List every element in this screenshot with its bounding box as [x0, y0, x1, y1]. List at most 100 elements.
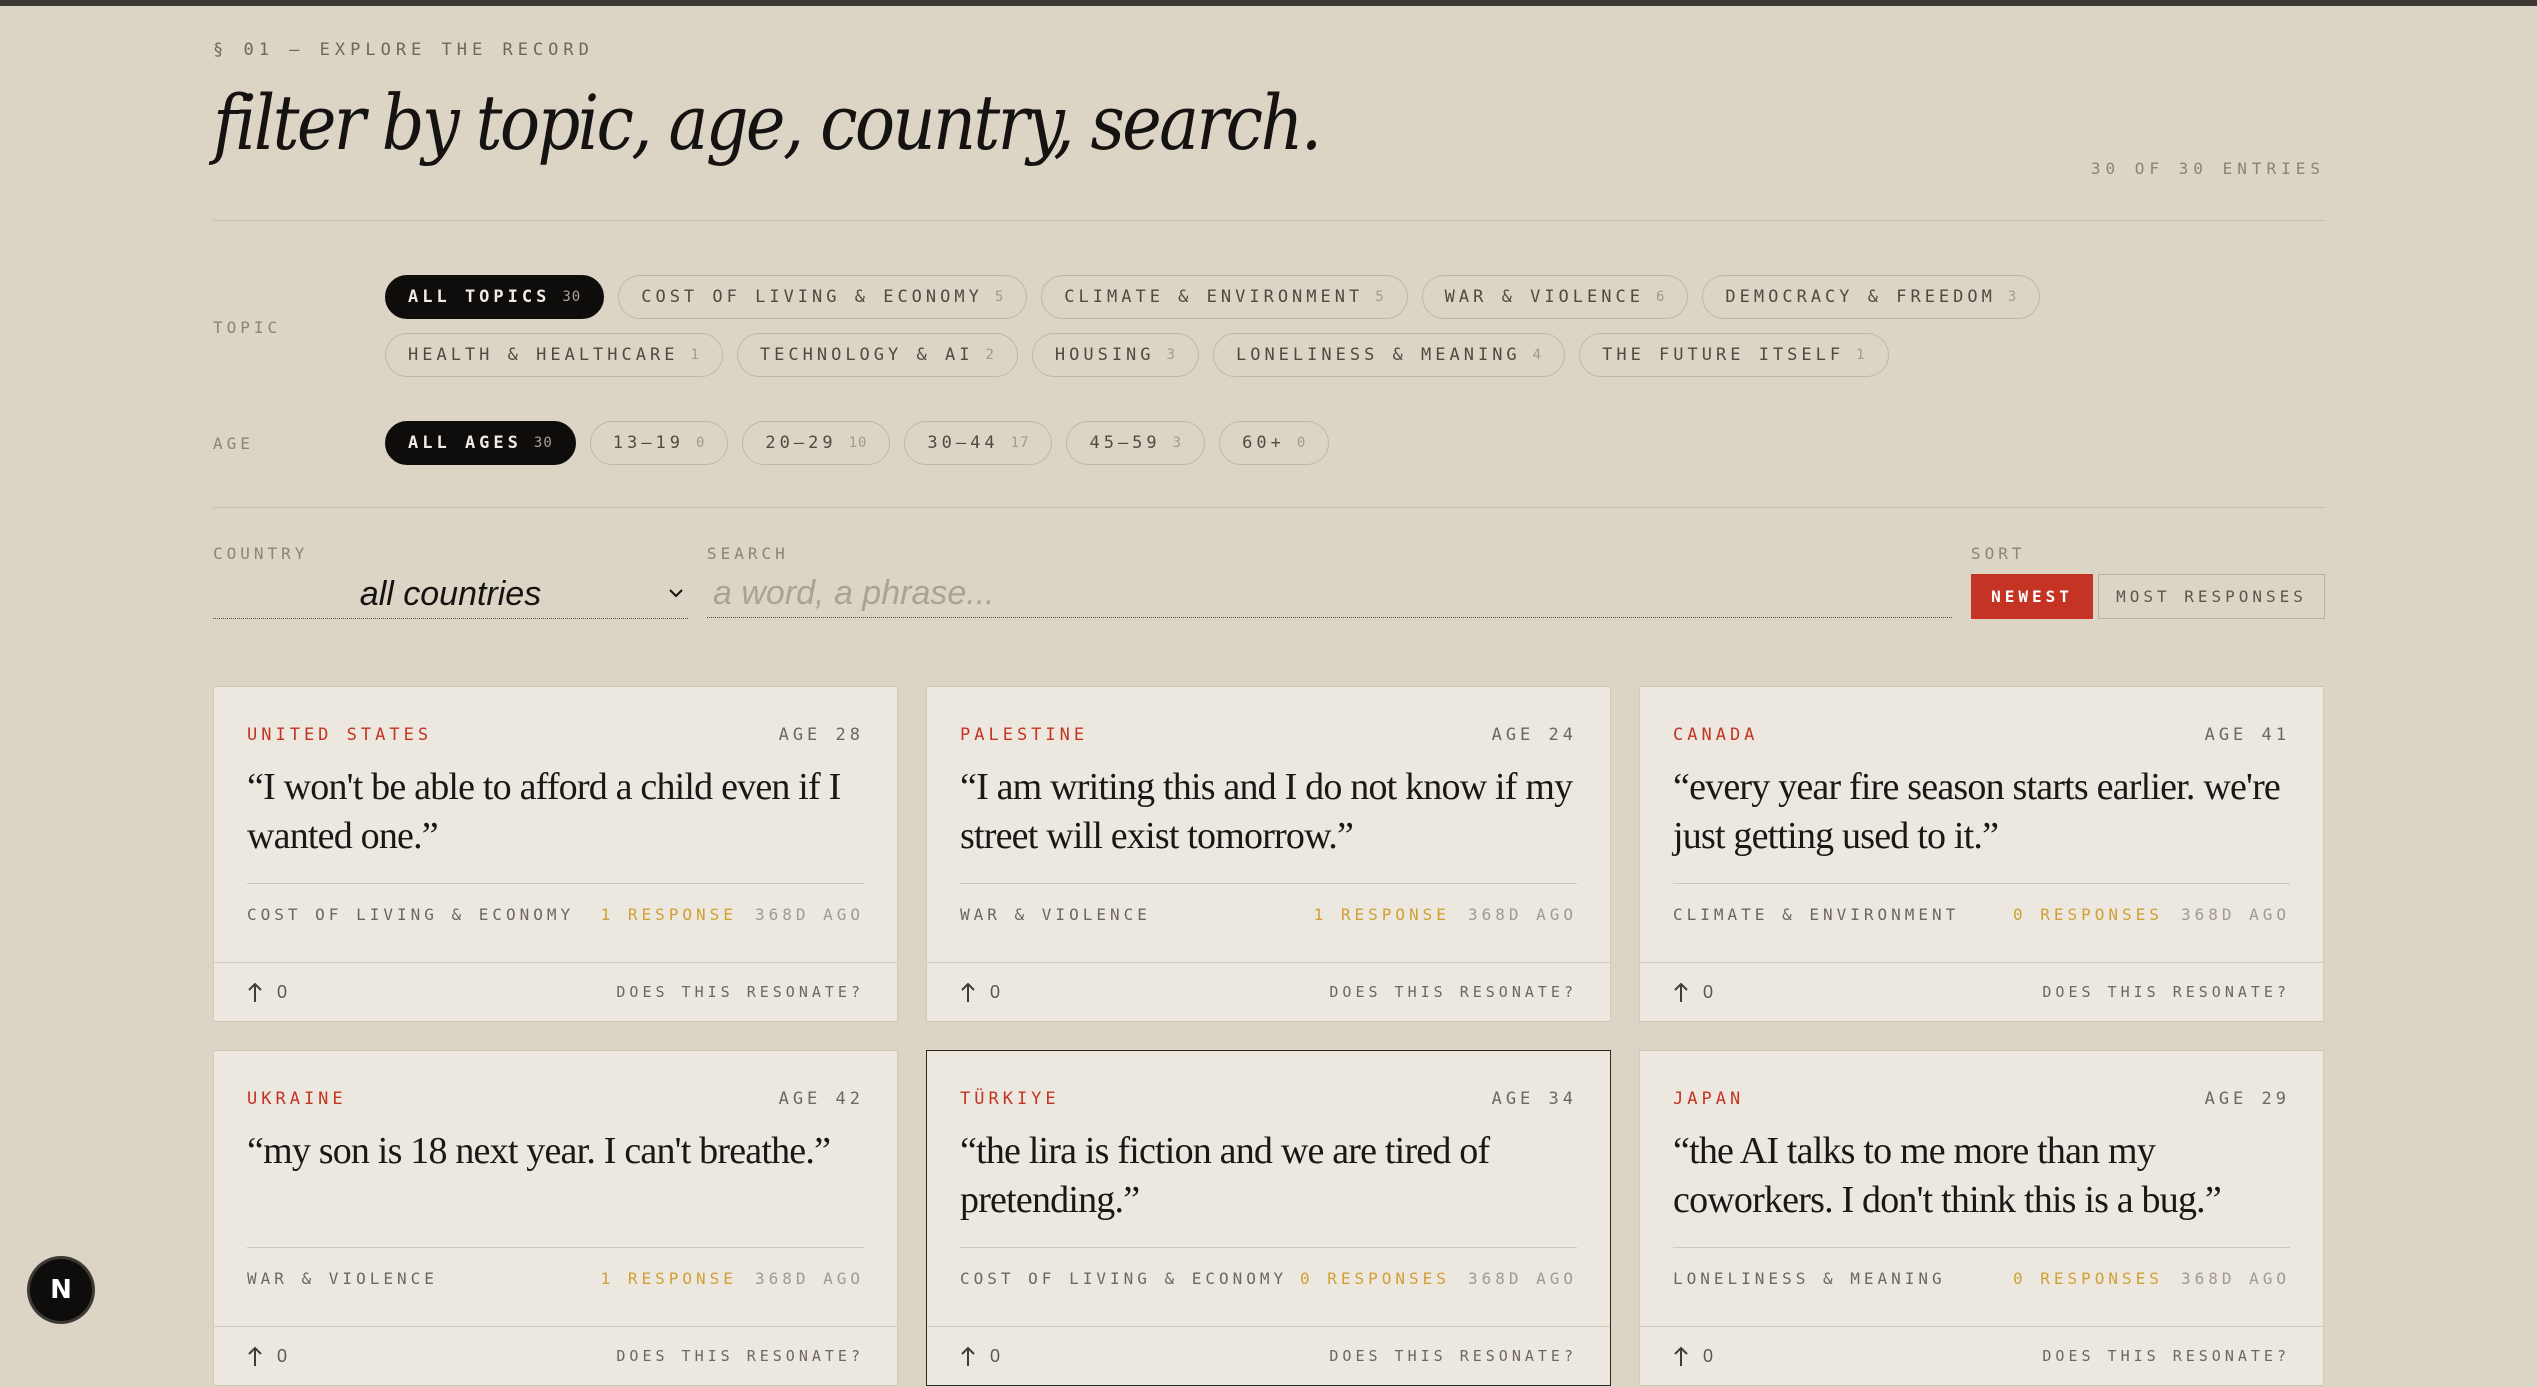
topic-chip-0[interactable]: ALL TOPICS 30 [385, 275, 605, 319]
entry-responses[interactable]: 0 RESPONSES [1300, 1269, 1450, 1288]
topic-chip-7[interactable]: HOUSING 3 [1031, 333, 1199, 377]
topic-chip-count: 5 [1375, 289, 1385, 305]
topic-chip-9[interactable]: THE FUTURE ITSELF 1 [1579, 333, 1889, 377]
upvote-count: 0 [277, 1345, 288, 1366]
topic-chip-count: 1 [690, 347, 700, 363]
entry-responses[interactable]: 0 RESPONSES [2013, 1269, 2163, 1288]
entry-meta: LONELINESS & MEANING 0 RESPONSES 368D AGO [1673, 1269, 2290, 1288]
entries-count: 30 OF 30 ENTRIES [2090, 159, 2325, 178]
topic-chip-label: ALL TOPICS [408, 287, 551, 307]
topic-chip-count: 3 [2007, 289, 2018, 305]
entry-country: TÜRKIYE [960, 1089, 1060, 1109]
topic-chip-1[interactable]: COST OF LIVING & ECONOMY 5 [618, 275, 1028, 319]
sort-newest-button[interactable]: NEWEST [1971, 574, 2093, 619]
sort-label: SORT [1971, 544, 2026, 563]
sort-most-responses-button[interactable]: MOST RESPONSES [2098, 574, 2325, 619]
section-eyebrow: § 01 — EXPLORE THE RECORD [213, 40, 594, 60]
entry-age: AGE 41 [2204, 725, 2290, 745]
topic-chip-count: 5 [994, 289, 1005, 305]
topic-chip-5[interactable]: HEALTH & HEALTHCARE 1 [385, 333, 723, 377]
entry-responses[interactable]: 0 RESPONSES [2013, 905, 2163, 924]
entry-card[interactable]: UNITED STATES AGE 28 “I won't be able to a… [213, 686, 898, 1022]
country-select[interactable]: all countries [213, 570, 688, 619]
upvote-button[interactable]: 0 [960, 1345, 1000, 1367]
entry-responses[interactable]: 1 RESPONSE [601, 1269, 737, 1288]
entry-age: AGE 34 [1491, 1089, 1577, 1109]
entry-topic[interactable]: COST OF LIVING & ECONOMY [247, 905, 601, 924]
entry-quote: “the AI talks to me more than my coworke… [1673, 1130, 2222, 1221]
topic-chip-label: HOUSING [1054, 345, 1155, 365]
resonate-button[interactable]: DOES THIS RESONATE? [1329, 983, 1577, 1001]
entry-topic[interactable]: COST OF LIVING & ECONOMY [960, 1269, 1300, 1288]
age-chip-5[interactable]: 60+ 0 [1219, 421, 1330, 465]
entry-topic[interactable]: WAR & VIOLENCE [960, 905, 1314, 924]
age-label: AGE [213, 434, 254, 453]
resonate-button[interactable]: DOES THIS RESONATE? [616, 983, 864, 1001]
age-chip-1[interactable]: 13–19 0 [589, 421, 729, 465]
topic-chip-group: ALL TOPICS 30 COST OF LIVING & ECONOMY 5 CLI… [385, 275, 2325, 377]
upvote-button[interactable]: 0 [247, 1345, 287, 1367]
entry-quote: “the lira is fiction and we are tired of… [960, 1130, 1490, 1221]
entry-age: AGE 24 [1491, 725, 1577, 745]
entry-divider [1673, 883, 2290, 884]
search-input[interactable] [707, 570, 1952, 618]
topic-chip-label: TECHNOLOGY & AI [759, 345, 974, 365]
topic-chip-4[interactable]: DEMOCRACY & FREEDOM 3 [1702, 275, 2041, 319]
age-chip-label: ALL AGES [408, 433, 522, 453]
entry-quote: “every year fire season starts earlier. … [1673, 766, 2281, 857]
upvote-button[interactable]: 0 [1673, 981, 1713, 1003]
entry-topic[interactable]: WAR & VIOLENCE [247, 1269, 601, 1288]
entry-timestamp: 368D AGO [1467, 1269, 1577, 1288]
entry-divider [1673, 1247, 2290, 1248]
age-chip-4[interactable]: 45–59 3 [1066, 421, 1206, 465]
upvote-button[interactable]: 0 [960, 981, 1000, 1003]
entry-responses[interactable]: 1 RESPONSE [601, 905, 737, 924]
entry-footer: 0 DOES THIS RESONATE? [927, 1326, 1610, 1387]
arrow-up-icon [248, 1346, 262, 1366]
entry-age: AGE 42 [778, 1089, 864, 1109]
entry-country: UNITED STATES [247, 725, 433, 745]
filters-divider [213, 507, 2325, 508]
upvote-button[interactable]: 0 [1673, 1345, 1713, 1367]
age-chip-count: 10 [848, 435, 868, 451]
entry-footer: 0 DOES THIS RESONATE? [1640, 962, 2323, 1023]
upvote-count: 0 [1703, 981, 1714, 1002]
entry-age: AGE 28 [778, 725, 864, 745]
topic-chip-2[interactable]: CLIMATE & ENVIRONMENT 5 [1041, 275, 1408, 319]
topic-chip-label: COST OF LIVING & ECONOMY [641, 287, 983, 307]
upvote-button[interactable]: 0 [247, 981, 287, 1003]
entry-card[interactable]: CANADA AGE 41 “every year fire season star… [1639, 686, 2324, 1022]
age-chip-count: 0 [1296, 435, 1307, 451]
app-badge[interactable]: N [30, 1259, 92, 1321]
entry-timestamp: 368D AGO [754, 1269, 864, 1288]
resonate-button[interactable]: DOES THIS RESONATE? [2042, 983, 2290, 1001]
topic-chip-3[interactable]: WAR & VIOLENCE 6 [1421, 275, 1689, 319]
entry-footer: 0 DOES THIS RESONATE? [214, 1326, 897, 1387]
upvote-count: 0 [990, 981, 1001, 1002]
topic-chip-8[interactable]: LONELINESS & MEANING 4 [1212, 333, 1566, 377]
entry-card[interactable]: JAPAN AGE 29 “the AI talks to me more than… [1639, 1050, 2324, 1386]
entry-quote: “I won't be able to afford a child even … [247, 766, 841, 857]
entry-card[interactable]: TÜRKIYE AGE 34 “the lira is fiction and we… [926, 1050, 1611, 1386]
entry-card[interactable]: UKRAINE AGE 42 “my son is 18 next year. I … [213, 1050, 898, 1386]
age-chip-2[interactable]: 20–29 10 [742, 421, 891, 465]
topic-label: TOPIC [213, 318, 282, 337]
arrow-up-icon [961, 1346, 975, 1366]
search-label: SEARCH [707, 544, 789, 563]
topic-chip-6[interactable]: TECHNOLOGY & AI 2 [736, 333, 1018, 377]
country-select-value: all countries [359, 574, 542, 613]
entry-meta: WAR & VIOLENCE 1 RESPONSE 368D AGO [960, 905, 1577, 924]
age-chip-count: 0 [695, 435, 706, 451]
age-chip-group: ALL AGES 30 13–19 0 20–29 10 30–44 17 45–59 3 60+ 0 [385, 421, 2325, 465]
entry-card[interactable]: PALESTINE AGE 24 “I am writing this and I … [926, 686, 1611, 1022]
entry-meta: WAR & VIOLENCE 1 RESPONSE 368D AGO [247, 1269, 864, 1288]
entry-responses[interactable]: 1 RESPONSE [1314, 905, 1450, 924]
entry-topic[interactable]: LONELINESS & MEANING [1673, 1269, 2013, 1288]
entry-footer: 0 DOES THIS RESONATE? [927, 962, 1610, 1023]
topic-chip-count: 1 [1856, 347, 1866, 363]
age-chip-3[interactable]: 30–44 17 [904, 421, 1053, 465]
entry-divider [247, 1247, 864, 1248]
age-chip-label: 30–44 [927, 433, 999, 453]
age-chip-0[interactable]: ALL AGES 30 [385, 421, 576, 465]
entry-topic[interactable]: CLIMATE & ENVIRONMENT [1673, 905, 2013, 924]
